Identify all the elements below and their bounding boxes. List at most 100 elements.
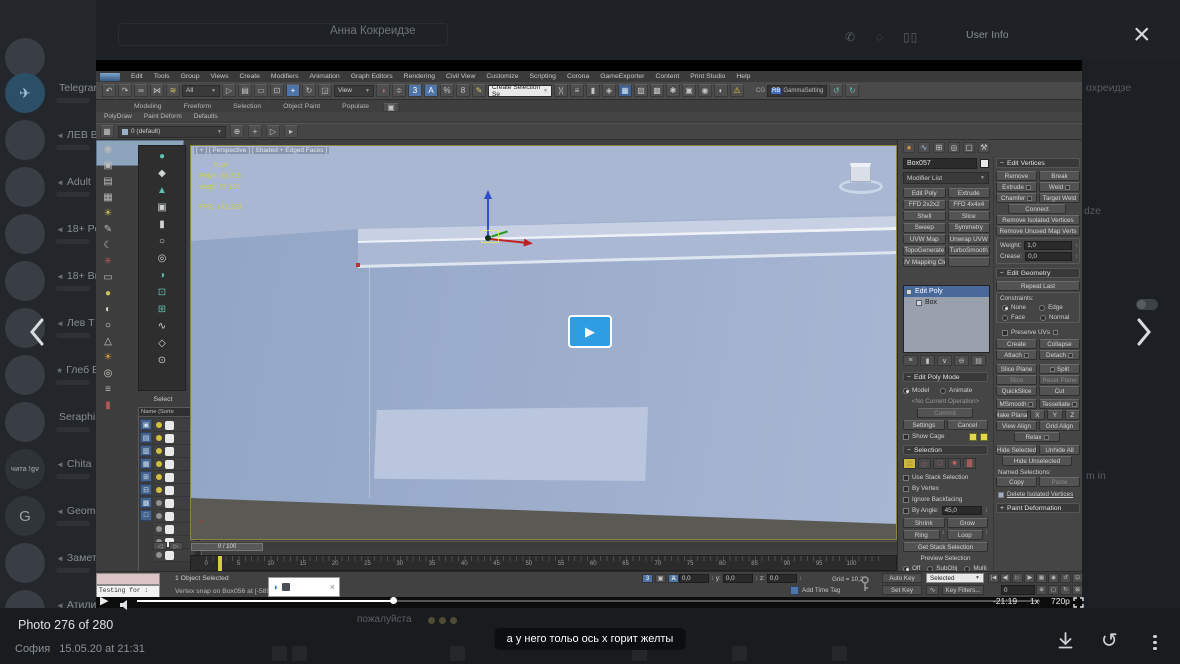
video-quality[interactable]: 720p [1051, 596, 1070, 606]
moon-icon[interactable]: ☾ [104, 241, 113, 251]
modifier-button[interactable]: Shell [903, 211, 946, 221]
remove-button[interactable]: Remove [996, 171, 1037, 181]
model-radio[interactable] [903, 387, 909, 394]
planar-x-button[interactable]: X [1029, 410, 1046, 420]
set-key-button[interactable]: Set Key [882, 585, 922, 595]
make-unique-icon[interactable]: ∨ [937, 355, 952, 366]
exp-lights-icon[interactable]: ⊞ [140, 471, 152, 482]
show-cage-checkbox[interactable] [903, 433, 909, 440]
utilities-tab-icon[interactable]: ⚒ [978, 142, 990, 153]
menu-item[interactable]: Create [240, 73, 260, 80]
more-options-icon[interactable] [1153, 632, 1157, 653]
exp-helpers-icon[interactable]: ▩ [140, 497, 152, 508]
explorer-row[interactable] [154, 523, 195, 536]
search-icon[interactable]: ◌ [876, 30, 883, 44]
modifier-button[interactable]: UVW Map [903, 234, 946, 244]
chat-list-item[interactable]: ◄ Лев Т [0, 305, 96, 352]
object-name-field[interactable]: Box057 [903, 158, 977, 169]
download-icon[interactable] [1056, 631, 1075, 655]
ring-button[interactable]: Ring [903, 530, 940, 540]
rotate-icon[interactable]: ↺ [1101, 628, 1118, 653]
unhide-all-button[interactable]: Unhide All [1039, 445, 1080, 455]
cut-button[interactable]: Cut [1039, 386, 1080, 396]
ribbon-tab[interactable]: Modeling [126, 101, 170, 112]
visibility-icon[interactable] [906, 288, 912, 295]
see-through-icon[interactable]: ◉ [104, 145, 113, 155]
orbit-icon[interactable]: ↻ [1060, 585, 1071, 595]
menu-item[interactable]: Customize [486, 73, 518, 80]
modifier-button[interactable]: Edit Poly [903, 188, 946, 198]
stack-entry[interactable]: Edit Poly [904, 286, 989, 297]
next-photo-arrow[interactable] [1133, 316, 1155, 353]
fullscreen-icon[interactable] [1073, 595, 1084, 613]
create-tab-icon[interactable]: ● [903, 142, 915, 153]
connect-button[interactable]: Connect [1008, 204, 1066, 214]
z-coordinate-field[interactable]: 0,0 [766, 574, 797, 583]
bell-tool-icon[interactable]: ○ [159, 237, 165, 247]
menu-item[interactable]: Content [655, 73, 679, 80]
next-frame-icon[interactable]: ▷ [169, 542, 183, 550]
modifier-button[interactable]: UV Mapping Cle [903, 257, 946, 267]
menu-item[interactable]: Edit [131, 73, 143, 80]
maximize-viewport-icon[interactable]: ⊠ [1072, 585, 1082, 595]
key-filters-button[interactable]: Key Filters... [942, 585, 984, 595]
auto-key-button[interactable]: Auto Key [882, 573, 922, 583]
ribbon-tab[interactable]: Freeform [176, 101, 220, 112]
playback-button[interactable]: ▷ [1012, 573, 1023, 583]
chat-list-item[interactable]: ◄ Adult [0, 164, 96, 211]
constraint-edge-radio[interactable] [1039, 304, 1046, 311]
make-planar-button[interactable]: Make Planar [996, 410, 1028, 420]
exp-layers-icon[interactable]: ▤ [140, 432, 152, 443]
menu-item[interactable]: Group [181, 73, 200, 80]
explorer-row[interactable] [154, 458, 195, 471]
maximize-icon[interactable]: ⊡ [1072, 573, 1082, 583]
sphere-yellow-icon[interactable]: ● [105, 289, 111, 299]
redo-icon[interactable]: ↷ [118, 84, 132, 97]
view-align-button[interactable]: View Align [996, 421, 1037, 431]
call-icon[interactable]: ✆ [845, 30, 855, 44]
maxscript-listener[interactable] [96, 573, 160, 585]
angle-field[interactable]: 45,0 [941, 506, 982, 515]
by-angle-checkbox[interactable] [903, 507, 909, 514]
scoop-tool-icon[interactable]: ◑ [159, 271, 165, 281]
notification-popup[interactable]: ◗ × [268, 577, 340, 597]
rectangular-region-icon[interactable]: ▭ [254, 84, 268, 97]
snap-lock-icon[interactable]: ▣ [655, 574, 666, 583]
shrink-button[interactable]: Shrink [903, 518, 945, 528]
perspective-viewport[interactable]: + [ + ] [ Perspective ] [ Shaded + Edged… [190, 145, 897, 540]
chat-list-item[interactable]: ◄ Замет [0, 540, 96, 587]
modifier-button[interactable] [947, 257, 990, 267]
chat-list-item[interactable]: ◄ 18+ Br [0, 258, 96, 305]
remove-modifier-icon[interactable]: ⊖ [954, 355, 969, 366]
split-button[interactable]: Split [1039, 364, 1080, 374]
box-icon[interactable]: ▭ [103, 273, 112, 283]
commit-button[interactable]: Commit [917, 408, 973, 418]
create-layer-icon[interactable]: ⊕ [230, 125, 244, 138]
list-icon[interactable]: ▤ [103, 177, 112, 187]
play-icon[interactable]: ▶ [100, 594, 114, 608]
exp-geometry-icon[interactable]: ▥ [140, 445, 152, 456]
material-editor-icon[interactable]: ◐ [714, 84, 728, 97]
y-coordinate-field[interactable]: 0,0 [722, 574, 753, 583]
capsule-icon[interactable]: ▮ [105, 401, 111, 411]
weld-button[interactable]: Weld [1039, 182, 1080, 192]
asset-browser-icon[interactable]: ◈ [602, 84, 616, 97]
add-time-tag[interactable]: Add Time Tag [790, 586, 840, 595]
snaps-toggle-icon[interactable]: 3 [408, 84, 422, 97]
x-coordinate-field[interactable]: 0,0 [678, 574, 709, 583]
chat-list-item[interactable]: G ◄ Geom [0, 493, 96, 540]
layer-manager-icon[interactable]: ▦ [100, 125, 114, 138]
ribbon-tab[interactable]: Selection [225, 101, 269, 112]
toggle-ribbon-icon[interactable]: ▨ [634, 84, 648, 97]
delete-isolated-vertices-checkbox[interactable] [998, 491, 1004, 498]
corona-sync-icon[interactable]: ↻ [845, 84, 860, 97]
window-crossing-icon[interactable]: ⊡ [270, 84, 284, 97]
image-icon[interactable]: ▣ [103, 161, 112, 171]
chat-list-item[interactable]: ★Глеб Ев [0, 352, 96, 399]
repeat-last-button[interactable]: Repeat Last [996, 281, 1080, 291]
chamfer-button[interactable]: Chamfer [996, 193, 1037, 203]
pan-icon[interactable]: ▢ [1048, 585, 1059, 595]
select-by-name-icon[interactable]: ▤ [238, 84, 252, 97]
gamma-setting-chip[interactable]: RB GammaSetting [767, 84, 828, 97]
rollout-edit-geometry[interactable]: − Edit Geometry [996, 268, 1080, 278]
